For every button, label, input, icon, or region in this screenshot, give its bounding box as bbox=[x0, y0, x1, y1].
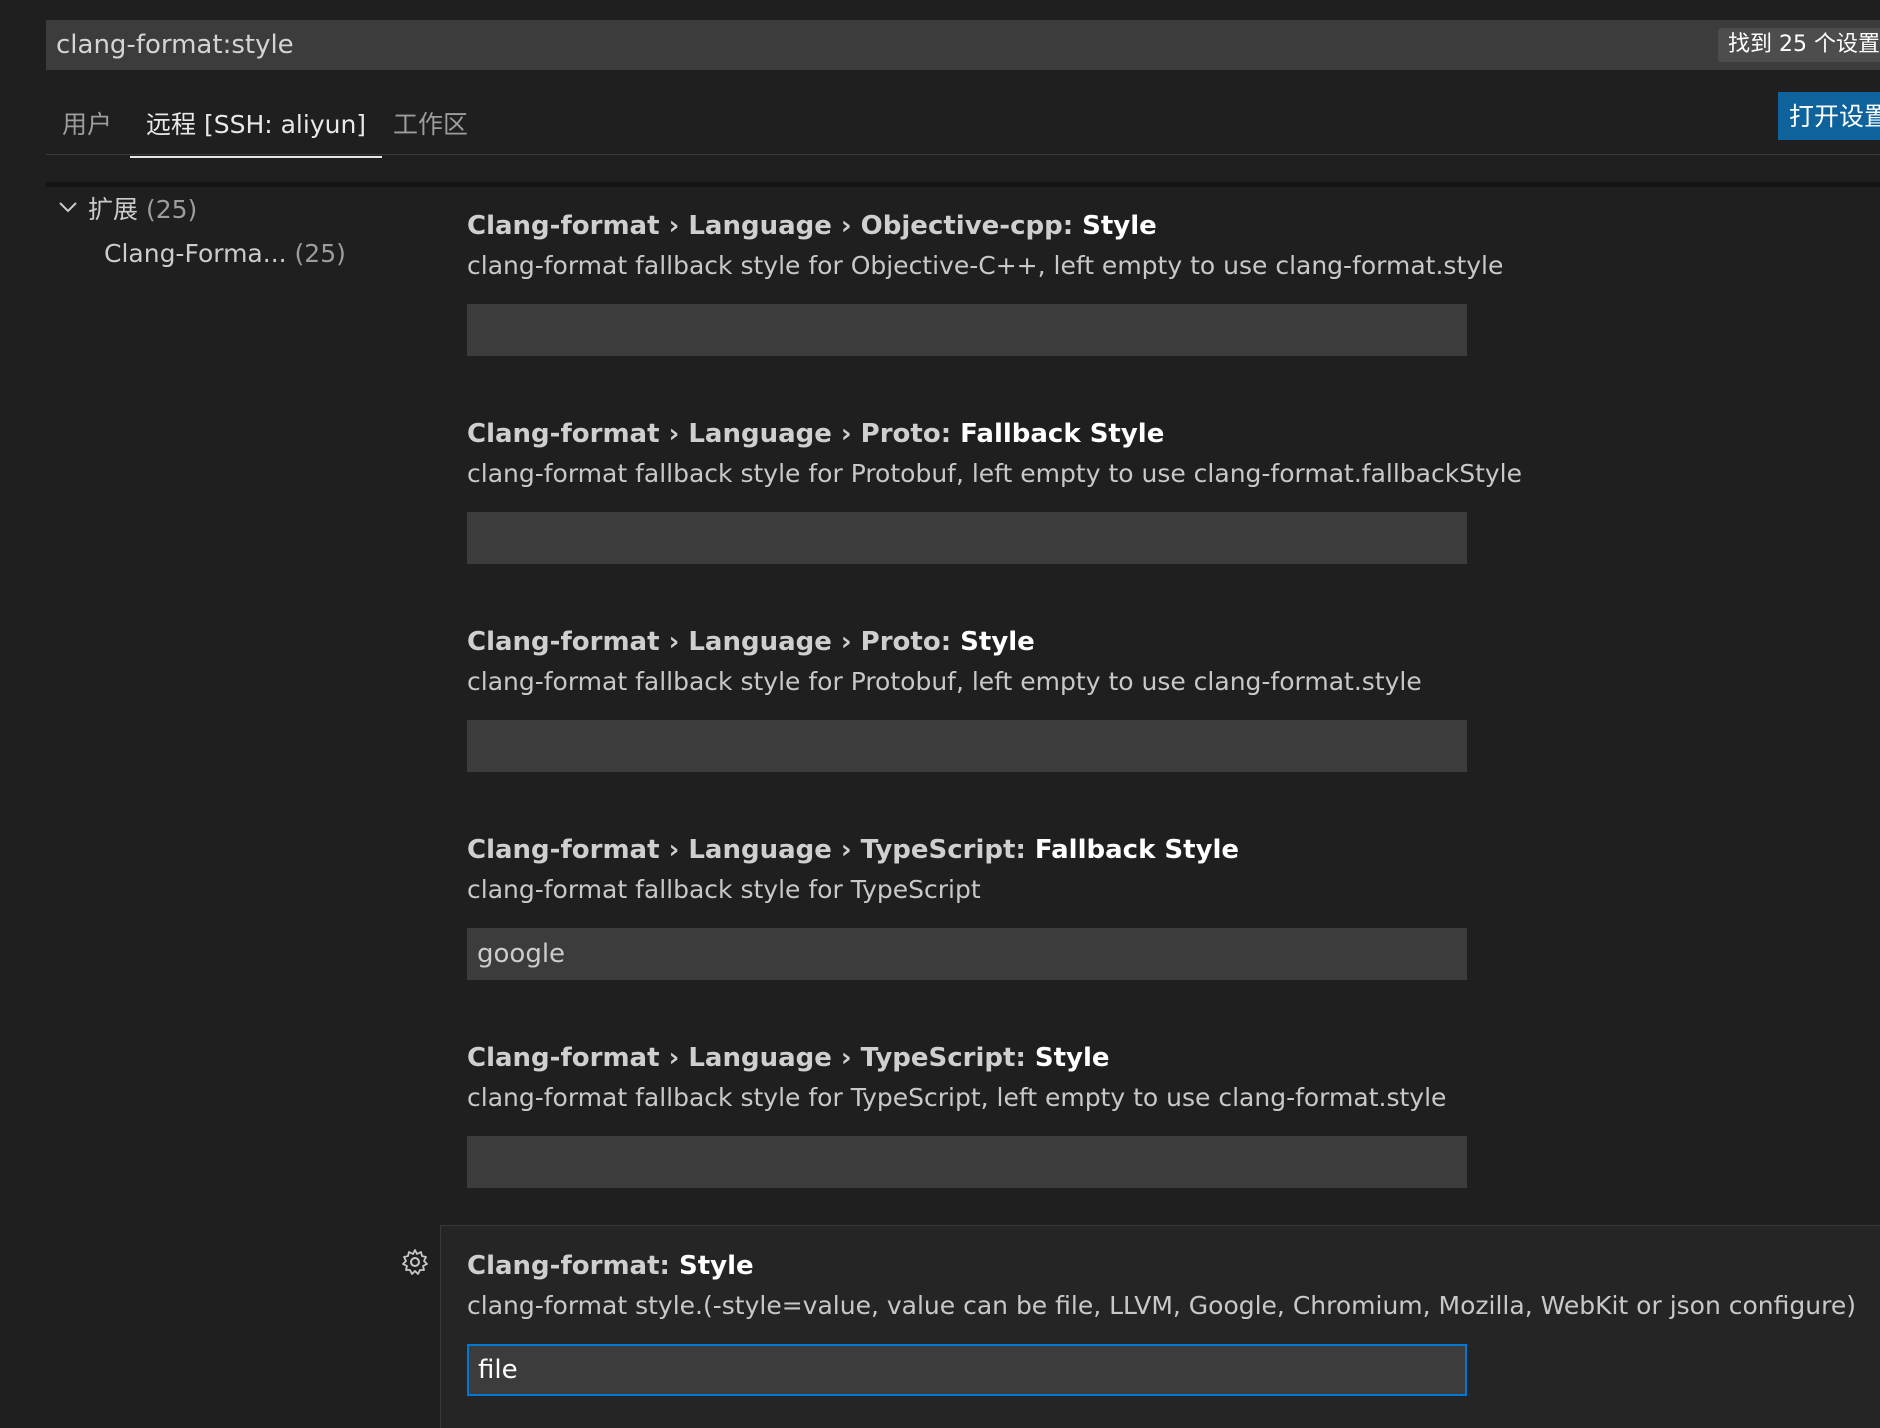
setting-item: Clang-format › Language › Proto: Style c… bbox=[467, 622, 1880, 772]
setting-item: Clang-format › Language › TypeScript: Fa… bbox=[467, 830, 1880, 980]
settings-search-input[interactable] bbox=[46, 20, 1716, 70]
setting-item: Clang-format › Language › Proto: Fallbac… bbox=[467, 414, 1880, 564]
setting-item: Clang-format › Language › Objective-cpp:… bbox=[467, 206, 1880, 356]
toc-group-label: 扩展 bbox=[88, 195, 139, 224]
setting-value-input[interactable] bbox=[467, 928, 1467, 980]
setting-description: clang-format fallback style for Protobuf… bbox=[467, 667, 1422, 696]
setting-item: Clang-format › Language › TypeScript: St… bbox=[467, 1038, 1880, 1188]
tab-remote-ssh[interactable]: 远程 [SSH: aliyun] bbox=[130, 96, 383, 158]
setting-title: Clang-format › Language › TypeScript: Fa… bbox=[467, 830, 1880, 870]
setting-title-leaf: Style bbox=[1082, 211, 1157, 241]
header-shadow bbox=[46, 182, 1880, 187]
toc-child-count: (25) bbox=[294, 239, 346, 268]
setting-title-prefix: Clang-format › Language › Proto: bbox=[467, 627, 961, 657]
setting-description: clang-format fallback style for Objectiv… bbox=[467, 251, 1504, 280]
setting-value-input[interactable] bbox=[467, 304, 1467, 356]
setting-title: Clang-format › Language › Objective-cpp:… bbox=[467, 206, 1880, 246]
open-settings-json-button[interactable]: 打开设置 bbox=[1778, 92, 1880, 140]
setting-title-leaf: Fallback Style bbox=[1034, 835, 1240, 865]
setting-description: clang-format fallback style for Protobuf… bbox=[467, 459, 1523, 488]
toc-item-clang-format[interactable]: Clang-Forma... (25) bbox=[56, 232, 416, 276]
setting-description: clang-format fallback style for TypeScri… bbox=[467, 875, 981, 904]
setting-title-prefix: Clang-format › Language › Proto: bbox=[467, 419, 961, 449]
search-result-count-badge: 找到 25 个设置 bbox=[1718, 28, 1880, 62]
setting-description: clang-format fallback style for TypeScri… bbox=[467, 1083, 1447, 1112]
setting-title-leaf: Style bbox=[678, 1251, 754, 1281]
setting-title-prefix: Clang-format: bbox=[467, 1251, 679, 1281]
toc-child-label: Clang-Forma... bbox=[104, 239, 287, 268]
settings-toc-tree: 扩展 (25) Clang-Forma... (25) bbox=[56, 188, 416, 276]
setting-description: clang-format style.(-style=value, value … bbox=[467, 1291, 1856, 1320]
setting-title: Clang-format › Language › Proto: Style bbox=[467, 622, 1880, 662]
setting-value-input[interactable] bbox=[467, 512, 1467, 564]
setting-title-leaf: Style bbox=[960, 627, 1035, 657]
setting-value-input[interactable] bbox=[467, 1136, 1467, 1188]
gear-icon[interactable] bbox=[400, 1247, 430, 1277]
settings-scope-tabs: 用户 远程 [SSH: aliyun] 工作区 bbox=[46, 96, 1880, 158]
setting-title-leaf: Style bbox=[1034, 1043, 1110, 1073]
setting-value-input[interactable] bbox=[467, 720, 1467, 772]
setting-value-input[interactable] bbox=[467, 1344, 1467, 1396]
settings-search-bar: 找到 25 个设置 bbox=[46, 20, 1880, 70]
setting-title-prefix: Clang-format › Language › Objective-cpp: bbox=[467, 211, 1083, 241]
chevron-down-icon bbox=[56, 189, 88, 233]
setting-title: Clang-format › Language › Proto: Fallbac… bbox=[467, 414, 1880, 454]
toc-item-extensions[interactable]: 扩展 (25) bbox=[56, 188, 416, 232]
toc-group-count: (25) bbox=[145, 195, 198, 224]
tabs-divider bbox=[46, 154, 1880, 155]
setting-item-focused: Clang-format: Style clang-format style.(… bbox=[467, 1246, 1880, 1396]
tab-workspace[interactable]: 工作区 bbox=[377, 96, 484, 154]
setting-title-prefix: Clang-format › Language › TypeScript: bbox=[467, 835, 1035, 865]
setting-title: Clang-format: Style bbox=[467, 1246, 1880, 1286]
setting-title: Clang-format › Language › TypeScript: St… bbox=[467, 1038, 1880, 1078]
tab-user[interactable]: 用户 bbox=[46, 96, 128, 154]
setting-title-leaf: Fallback Style bbox=[960, 419, 1165, 449]
setting-title-prefix: Clang-format › Language › TypeScript: bbox=[467, 1043, 1035, 1073]
